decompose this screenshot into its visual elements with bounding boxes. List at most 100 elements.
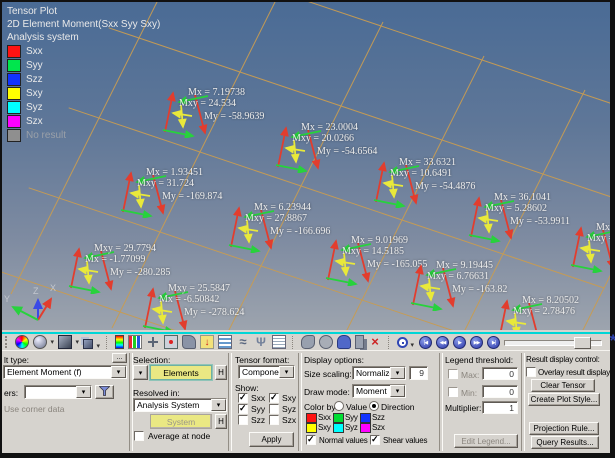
dropdown-arrow-icon[interactable] — [390, 385, 405, 397]
dropdown-arrow-icon[interactable] — [390, 367, 405, 379]
swatch-szx — [360, 423, 371, 433]
result-type-more-button[interactable]: ... — [112, 353, 127, 363]
legend-swatch — [7, 101, 21, 114]
section-cut-icon[interactable]: Ψ — [254, 335, 268, 349]
color-by-direction-radio[interactable] — [369, 401, 379, 411]
tracking-panel-icon[interactable] — [301, 335, 315, 349]
edit-legend-button[interactable]: Edit Legend... — [454, 434, 518, 448]
toolbar-handle[interactable] — [5, 336, 11, 348]
mask-panel-icon[interactable] — [319, 335, 333, 349]
result-type-dropdown[interactable]: Element Moment (f) — [3, 365, 127, 379]
legend-item[interactable]: Sxy — [7, 86, 160, 100]
legend-item[interactable]: Syy — [7, 58, 160, 72]
vector-panel-icon[interactable] — [146, 335, 160, 349]
legend-bars-icon[interactable] — [128, 335, 142, 349]
system-collector-button[interactable]: System — [150, 414, 212, 429]
next-frame-button[interactable]: ▶▶ — [470, 336, 483, 349]
legend-item[interactable]: Syz — [7, 100, 160, 114]
legend-item[interactable]: Sxx — [7, 44, 160, 58]
legend-label: Sxy — [26, 88, 43, 99]
show-syz-checkbox[interactable] — [269, 404, 279, 414]
dropdown-arrow-icon[interactable] — [76, 386, 91, 398]
play-animation-button[interactable]: ▶ — [453, 336, 466, 349]
legend-threshold-label: Legend threshold: — [445, 355, 513, 365]
animation-settings-icon[interactable]: * — [606, 335, 615, 349]
query-results-button[interactable]: Query Results... — [531, 436, 599, 449]
contour-wheel-icon[interactable] — [15, 335, 29, 349]
show-syy-label: Syy — [251, 404, 265, 414]
entity-sets-icon[interactable] — [337, 335, 351, 349]
selection-label: Selection: — [133, 355, 170, 365]
triad-y-label: Y — [4, 294, 10, 304]
build-plots-icon[interactable] — [218, 335, 232, 349]
layers-value — [25, 386, 76, 398]
results-math-icon[interactable] — [355, 335, 364, 349]
projection-rule-button[interactable]: Projection Rule... — [529, 422, 599, 435]
legend-item[interactable]: No result — [7, 128, 160, 142]
apply-button[interactable]: Apply — [249, 432, 294, 447]
resolved-in-dropdown[interactable]: Analysis System — [133, 398, 227, 412]
shear-values-checkbox[interactable] — [370, 435, 380, 445]
animation-clock-icon[interactable] — [397, 337, 408, 348]
swatch-syy — [333, 413, 344, 423]
funnel-icon — [99, 386, 110, 396]
dropdown-arrow-icon[interactable] — [211, 399, 226, 411]
measure-panel-icon[interactable]: × — [368, 335, 382, 349]
swatch-szx-label: Szx — [372, 423, 385, 432]
app-window: Tensor Plot 2D Element Moment(Sxx Syy Sx… — [0, 0, 615, 458]
clear-tensor-button[interactable]: Clear Tensor — [531, 379, 595, 392]
toolbar-separator — [388, 336, 391, 349]
size-scaling-dropdown[interactable]: Normalize — [352, 366, 406, 380]
swatch-sxy-label: Sxy — [318, 423, 331, 432]
normal-values-checkbox[interactable] — [306, 435, 316, 445]
legend-max-field[interactable]: 0 — [482, 367, 518, 380]
create-plot-style-button[interactable]: Create Plot Style... — [528, 393, 600, 406]
legend-item[interactable]: Szx — [7, 114, 160, 128]
legend-max-checkbox[interactable] — [448, 369, 458, 379]
graphics-viewport[interactable]: Tensor Plot 2D Element Moment(Sxx Syy Sx… — [2, 2, 610, 330]
legend-swatch — [7, 73, 21, 86]
draw-mode-dropdown[interactable]: Moment — [352, 384, 406, 398]
start-frame-button[interactable]: |◀ — [419, 336, 432, 349]
dropdown-arrow-icon[interactable] — [111, 366, 126, 378]
deformed-panel-icon[interactable] — [182, 335, 196, 349]
toolbar-separator — [292, 336, 295, 349]
overlay-result-checkbox[interactable] — [526, 367, 536, 377]
corner-data-label: Use corner data — [4, 404, 64, 414]
previous-frame-button[interactable]: ◀◀ — [436, 336, 449, 349]
tensor-format-dropdown[interactable]: Component — [238, 365, 295, 379]
size-scaling-field[interactable]: 9 — [409, 366, 428, 380]
show-syy-checkbox[interactable] — [238, 404, 248, 414]
entity-type-switch[interactable] — [133, 365, 148, 380]
legend-min-field[interactable]: 0 — [482, 385, 518, 398]
tensor-panel-icon[interactable] — [164, 335, 178, 349]
filter-funnel-button[interactable] — [95, 385, 114, 399]
average-at-node-checkbox[interactable] — [134, 431, 144, 441]
slider-handle[interactable] — [574, 337, 591, 349]
color-by-value-radio[interactable] — [334, 401, 344, 411]
legend-min-checkbox[interactable] — [448, 387, 458, 397]
contour-panel-icon[interactable] — [115, 335, 124, 349]
iso-surface-icon[interactable] — [33, 335, 47, 349]
end-frame-button[interactable]: ▶| — [487, 336, 500, 349]
animation-slider[interactable] — [504, 336, 602, 348]
dropdown-arrow-icon[interactable] — [279, 366, 294, 378]
legend-item[interactable]: Szz — [7, 72, 160, 86]
notes-icon[interactable] — [272, 335, 286, 349]
show-sxy-checkbox[interactable] — [269, 393, 279, 403]
system-advanced-button[interactable] — [215, 414, 227, 429]
show-szx-checkbox[interactable] — [269, 415, 279, 425]
show-szz-checkbox[interactable] — [238, 415, 248, 425]
wireframe-elements-icon[interactable] — [83, 339, 93, 349]
show-sxx-checkbox[interactable] — [238, 393, 248, 403]
apply-result-icon[interactable]: ↓ — [200, 335, 214, 349]
elements-collector-button[interactable]: Elements — [150, 365, 212, 380]
elements-advanced-button[interactable] — [215, 365, 227, 380]
multiplier-field[interactable]: 1 — [482, 401, 518, 414]
swatch-szz — [360, 413, 371, 423]
shaded-elements-icon[interactable] — [58, 335, 72, 349]
multiplier-label: Multiplier: — [445, 403, 481, 413]
streamlines-icon[interactable]: ≈ — [236, 335, 250, 349]
legend-swatch — [7, 45, 21, 58]
layers-dropdown[interactable] — [24, 385, 92, 399]
